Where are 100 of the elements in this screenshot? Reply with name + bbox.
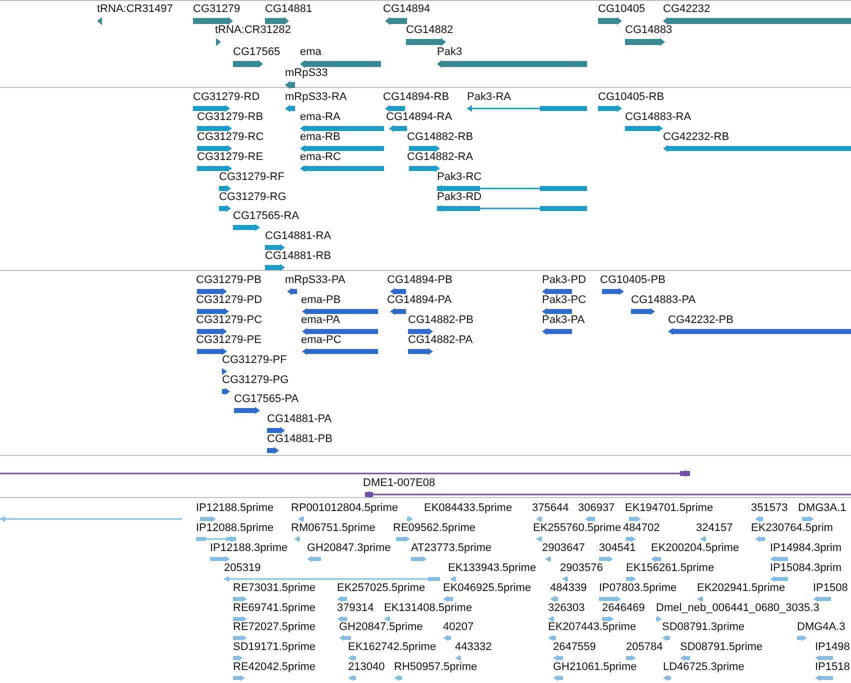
feature-glyph[interactable] xyxy=(390,288,406,295)
feature-glyph[interactable] xyxy=(302,328,378,335)
feature-glyph[interactable] xyxy=(300,60,381,68)
feature-glyph[interactable] xyxy=(265,17,289,25)
feature-glyph[interactable] xyxy=(302,348,378,355)
feature-glyph[interactable] xyxy=(390,308,406,315)
feature-glyph[interactable] xyxy=(625,124,663,132)
feature-label: ema-PB xyxy=(301,294,341,307)
feature-glyph[interactable] xyxy=(193,105,230,112)
feature-glyph[interactable] xyxy=(267,427,285,434)
feature-glyph[interactable] xyxy=(233,224,260,232)
feature-glyph[interactable] xyxy=(385,105,405,112)
feature-label: CG31279-PB xyxy=(196,274,262,287)
feature-label: 375644 xyxy=(532,502,569,515)
feature-glyph[interactable] xyxy=(216,38,221,46)
feature-glyph[interactable] xyxy=(663,17,851,25)
feature-label: 326303 xyxy=(548,602,585,614)
feature-label: IP1518 xyxy=(815,661,850,674)
feature-glyph[interactable] xyxy=(197,124,232,132)
feature-glyph[interactable] xyxy=(302,308,378,315)
feature-label: LD46725.3prime xyxy=(663,661,744,674)
feature-glyph[interactable] xyxy=(467,105,587,112)
feature-label: 379314 xyxy=(337,602,374,614)
feature-glyph[interactable] xyxy=(300,164,384,172)
feature-label: Pak3-RC xyxy=(437,170,482,184)
feature-glyph[interactable] xyxy=(385,17,407,25)
feature-label: RE42042.5prime xyxy=(233,661,316,674)
feature-glyph[interactable] xyxy=(300,124,384,132)
feature-glyph[interactable] xyxy=(197,288,227,295)
feature-label: IP1508 xyxy=(813,582,848,595)
feature-glyph[interactable] xyxy=(365,491,851,498)
feature-label: EK084433.5prime xyxy=(424,502,512,515)
feature-glyph[interactable] xyxy=(668,328,851,335)
feature-glyph[interactable] xyxy=(389,124,407,132)
feature-glyph[interactable] xyxy=(602,288,624,295)
feature-glyph[interactable] xyxy=(197,144,232,152)
feature-glyph[interactable] xyxy=(285,105,295,112)
feature-label: EK257025.5prime xyxy=(337,582,426,595)
feature-glyph[interactable] xyxy=(197,328,227,335)
feature-glyph[interactable] xyxy=(542,308,572,315)
feature-glyph[interactable] xyxy=(197,308,229,315)
feature-label: EK131408.5prime xyxy=(384,602,472,614)
feature-label: DMG3A.1 xyxy=(798,502,846,515)
feature-glyph[interactable] xyxy=(219,184,231,192)
feature-label: EK162742.5prime xyxy=(348,641,436,654)
feature-glyph[interactable] xyxy=(222,368,227,375)
feature-glyph[interactable] xyxy=(598,17,622,25)
feature-label: 484702 xyxy=(623,522,660,535)
feature-label: tRNA:CR31497 xyxy=(97,3,173,16)
feature-glyph[interactable] xyxy=(598,105,622,112)
feature-glyph[interactable] xyxy=(219,204,231,212)
feature-glyph[interactable] xyxy=(625,38,665,46)
feature-label: RH50957.5prime xyxy=(394,661,478,674)
feature-glyph[interactable] xyxy=(265,264,285,272)
feature-glyph[interactable] xyxy=(437,204,587,212)
feature-glyph[interactable] xyxy=(408,348,433,355)
feature-glyph[interactable] xyxy=(222,388,230,394)
feature-glyph[interactable] xyxy=(197,164,232,172)
feature-label: EK046925.5prime xyxy=(443,582,532,595)
feature-glyph[interactable] xyxy=(97,17,102,25)
feature-glyph[interactable] xyxy=(197,348,227,355)
feature-glyph[interactable] xyxy=(406,38,446,46)
feature-glyph[interactable] xyxy=(285,80,295,89)
feature-glyph[interactable] xyxy=(542,328,572,335)
feature-glyph[interactable] xyxy=(408,328,433,335)
feature-glyph[interactable] xyxy=(267,447,279,454)
feature-glyph[interactable] xyxy=(437,184,587,192)
feature-label: ema-RB xyxy=(300,130,340,144)
feature-label: 484339 xyxy=(550,582,587,595)
feature-label: RE09562.5prime xyxy=(393,522,476,535)
feature-glyph[interactable] xyxy=(663,144,851,152)
feature-glyph[interactable] xyxy=(631,308,655,315)
feature-glyph[interactable] xyxy=(287,288,297,295)
feature-glyph[interactable] xyxy=(193,17,233,25)
feature-label: RP001012804.5prime xyxy=(291,502,398,515)
feature-glyph[interactable] xyxy=(233,60,263,68)
feature-label: IP1498 xyxy=(815,641,850,654)
feature-label: 2647559 xyxy=(553,641,596,654)
feature-label: 306937 xyxy=(578,502,615,515)
feature-label: CG14883-RA xyxy=(625,110,692,124)
feature-label: Pak3-PC xyxy=(542,294,586,307)
feature-label: CG14883-PA xyxy=(631,294,696,307)
feature-glyph[interactable] xyxy=(234,407,260,414)
feature-label: IP15084.3prim xyxy=(770,562,842,575)
feature-label: CG31279-PE xyxy=(196,334,262,347)
feature-glyph[interactable] xyxy=(409,144,440,152)
feature-glyph[interactable] xyxy=(265,244,285,252)
feature-glyph[interactable] xyxy=(300,144,384,152)
feature-label: CG14894-PB xyxy=(387,274,452,287)
feature-glyph[interactable] xyxy=(0,470,690,477)
feature-glyph[interactable] xyxy=(542,288,572,295)
feature-label: CG10405-RB xyxy=(598,91,664,104)
feature-label: EK194701.5prime xyxy=(625,502,714,515)
feature-label: RM06751.5prime xyxy=(291,522,376,535)
feature-glyph[interactable] xyxy=(409,164,440,172)
feature-glyph[interactable] xyxy=(437,60,587,68)
feature-label: mRpS33 xyxy=(285,66,328,80)
feature-label: mRpS33-RA xyxy=(285,91,347,104)
feature-label: 304541 xyxy=(599,542,636,555)
feature-label: CG14894 xyxy=(383,3,430,16)
